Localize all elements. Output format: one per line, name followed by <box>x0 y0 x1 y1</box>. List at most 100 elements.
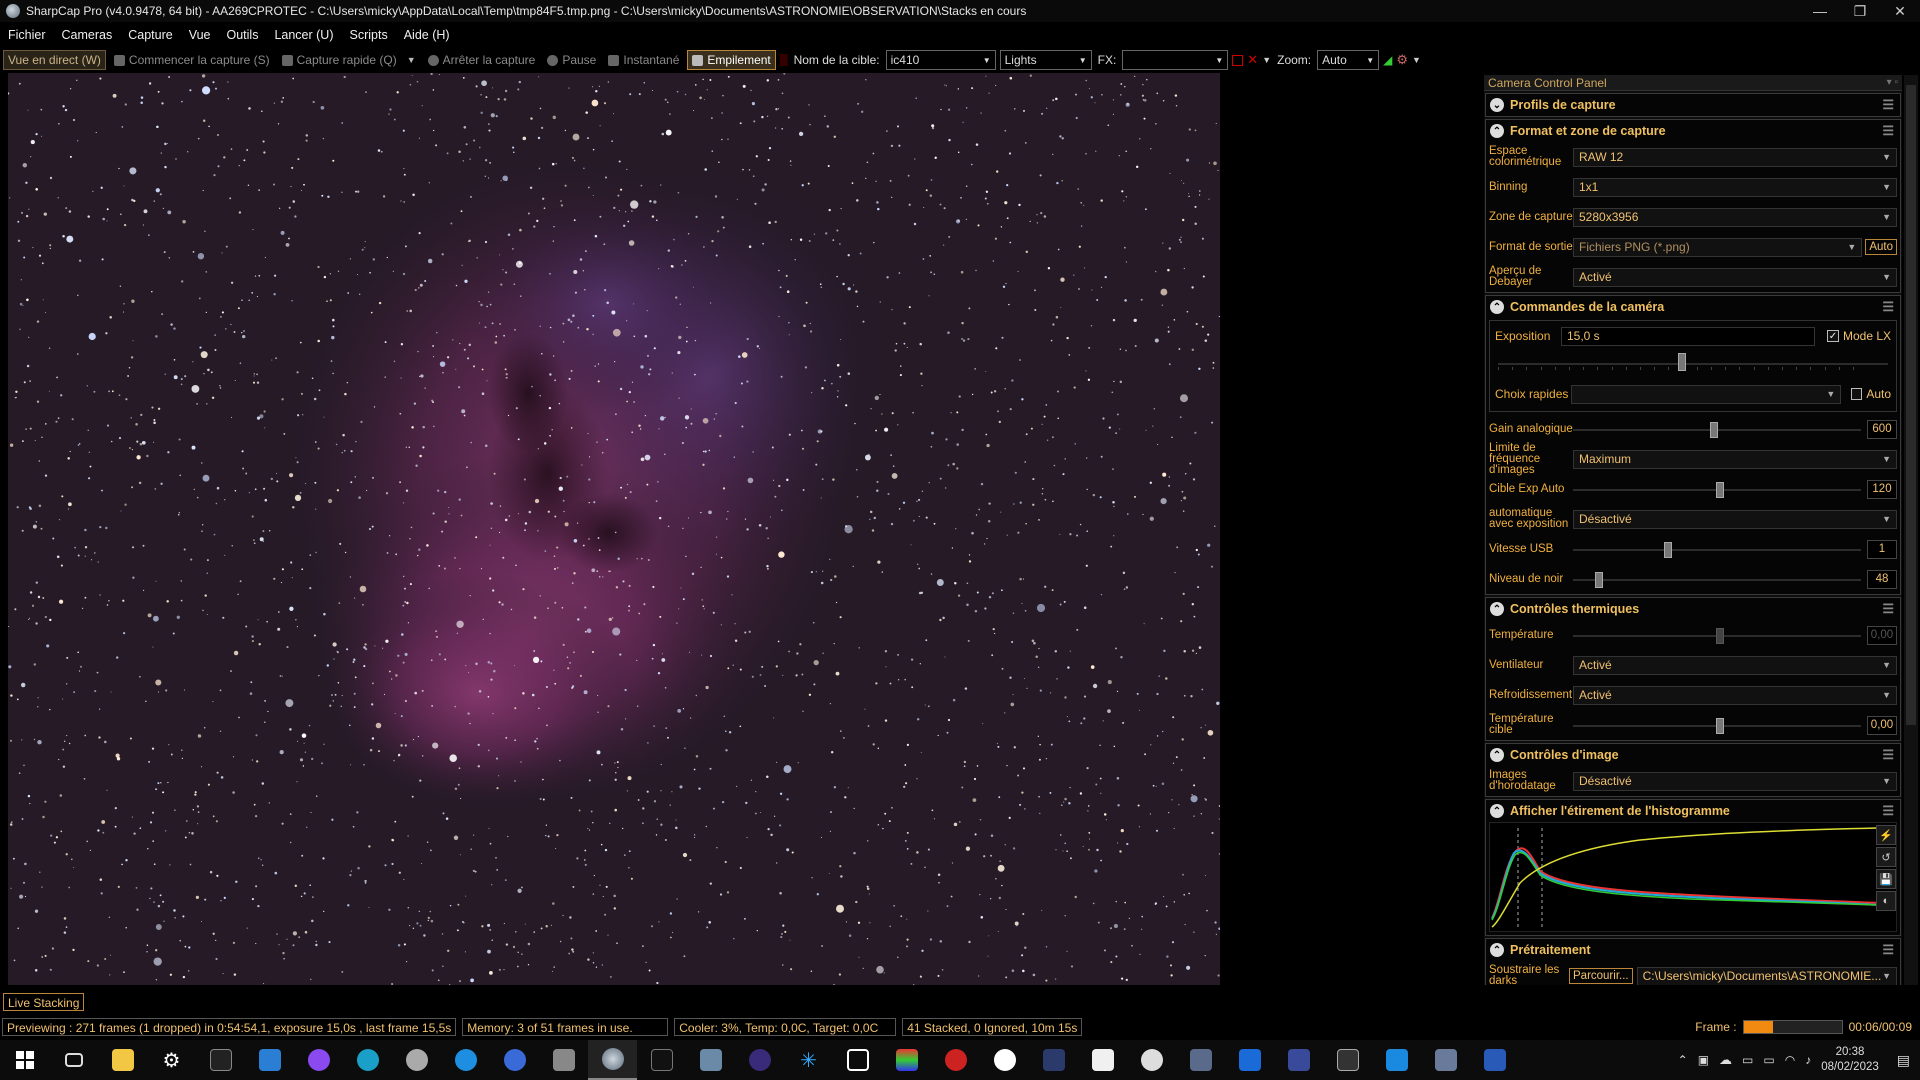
slider-thumb[interactable] <box>1715 481 1724 498</box>
frame-limit-select[interactable]: Maximum ▼ <box>1573 449 1897 469</box>
zoom-select[interactable]: Auto ▼ <box>1317 50 1380 70</box>
black-level-value[interactable]: 48 <box>1867 569 1897 589</box>
hamburger-menu-icon[interactable]: ☰ <box>1882 942 1894 958</box>
menu-aide[interactable]: Aide (H) <box>396 28 458 42</box>
image-viewport[interactable] <box>5 73 1221 989</box>
task-view-icon[interactable] <box>49 1040 98 1080</box>
stop-capture-button[interactable]: Arrêter la capture <box>424 51 540 69</box>
lx-mode-checkbox[interactable]: ✓ <box>1826 330 1839 342</box>
hamburger-menu-icon[interactable]: ☰ <box>1882 747 1894 763</box>
quick-choice-select[interactable]: ▼ <box>1571 384 1842 404</box>
chevron-up-icon[interactable]: ⌃ <box>1490 602 1504 616</box>
target-temp-slider[interactable] <box>1573 716 1861 735</box>
menu-vue[interactable]: Vue <box>181 28 219 42</box>
app-icon[interactable] <box>1323 1040 1372 1080</box>
hamburger-menu-icon[interactable]: ☰ <box>1882 803 1894 819</box>
chevron-up-icon[interactable]: ⌃ <box>1490 943 1504 957</box>
chevron-down-icon[interactable]: ▼ <box>1262 55 1271 65</box>
slider-thumb[interactable] <box>1715 717 1724 734</box>
battery-icon[interactable]: ▭ <box>1763 1053 1774 1067</box>
contrast-icon[interactable]: ◐ <box>1876 891 1896 911</box>
notion-icon[interactable] <box>196 1040 245 1080</box>
histogram-stretch-view[interactable]: ⚡ ↺ 💾 ◐ <box>1489 822 1897 932</box>
histogram-icon[interactable]: ◢ <box>1383 53 1392 67</box>
auto-stretch-icon[interactable]: ⚡ <box>1876 825 1896 845</box>
analog-gain-slider[interactable] <box>1573 420 1861 439</box>
app-icon[interactable] <box>1127 1040 1176 1080</box>
volume-icon[interactable]: ♪ <box>1805 1053 1811 1067</box>
slider-thumb[interactable] <box>1710 421 1719 438</box>
app-icon[interactable]: ✳ <box>784 1040 833 1080</box>
hamburger-menu-icon[interactable]: ☰ <box>1882 123 1894 139</box>
section-header-preprocess[interactable]: ⌃ Prétraitement ☰ <box>1486 939 1900 961</box>
app-icon[interactable] <box>833 1040 882 1080</box>
target-temp-value[interactable]: 0,00 <box>1867 715 1897 735</box>
app-icon[interactable] <box>1470 1040 1519 1080</box>
timestamp-select[interactable]: Désactivé ▼ <box>1573 771 1897 791</box>
auto-exposure-select[interactable]: Désactivé ▼ <box>1573 509 1897 529</box>
auto-exp-target-value[interactable]: 120 <box>1867 479 1897 499</box>
exposure-input[interactable]: 15,0 s <box>1560 326 1815 346</box>
settings-icon[interactable]: ⚙ <box>147 1040 196 1080</box>
section-header-image-controls[interactable]: ⌃ Contrôles d'image ☰ <box>1486 744 1900 766</box>
app-icon[interactable] <box>735 1040 784 1080</box>
app-icon[interactable] <box>931 1040 980 1080</box>
app-icon[interactable] <box>637 1040 686 1080</box>
app-icon[interactable] <box>392 1040 441 1080</box>
pause-button[interactable]: Pause <box>543 51 600 69</box>
section-header-thermal[interactable]: ⌃ Contrôles thermiques ☰ <box>1486 598 1900 620</box>
black-level-slider[interactable] <box>1573 570 1861 589</box>
app-icon[interactable] <box>1029 1040 1078 1080</box>
frame-type-select[interactable]: Lights ▼ <box>999 50 1092 70</box>
app-icon[interactable] <box>1176 1040 1225 1080</box>
save-stretch-icon[interactable]: 💾 <box>1876 869 1896 889</box>
auto-exp-target-slider[interactable] <box>1573 480 1861 499</box>
live-view-button[interactable]: Vue en direct (W) <box>3 50 106 70</box>
output-format-select[interactable]: Fichiers PNG (*.png) ▼ <box>1573 237 1863 257</box>
clock[interactable]: 20:38 08/02/2023 <box>1821 1045 1879 1075</box>
notification-icon[interactable]: ▤ <box>1897 1052 1910 1069</box>
usb-speed-slider[interactable] <box>1573 540 1861 559</box>
app-icon[interactable] <box>686 1040 735 1080</box>
cooling-select[interactable]: Activé ▼ <box>1573 685 1897 705</box>
chevron-up-icon[interactable]: ⌃ <box>1490 300 1504 314</box>
darks-path-select[interactable]: C:\Users\micky\Documents\ASTRONOMIE... ▼ <box>1636 966 1897 985</box>
app-icon[interactable] <box>1078 1040 1127 1080</box>
section-header-camera[interactable]: ⌃ Commandes de la caméra ☰ <box>1486 296 1900 318</box>
gear-icon[interactable]: ⚙ <box>1396 52 1408 68</box>
app-icon[interactable] <box>441 1040 490 1080</box>
hamburger-menu-icon[interactable]: ☰ <box>1882 299 1894 315</box>
slider-thumb[interactable] <box>1594 571 1603 588</box>
menu-lancer[interactable]: Lancer (U) <box>266 28 341 42</box>
close-button[interactable]: ✕ <box>1880 3 1920 20</box>
exposure-slider[interactable] <box>1492 349 1894 379</box>
fx-select[interactable]: ▼ <box>1122 50 1229 70</box>
live-stacking-tab[interactable]: Live Stacking <box>3 993 85 1011</box>
menu-outils[interactable]: Outils <box>219 28 267 42</box>
hamburger-menu-icon[interactable]: ☰ <box>1882 601 1894 617</box>
menu-fichier[interactable]: Fichier <box>0 28 54 42</box>
panel-scrollbar-thumb[interactable] <box>1906 85 1916 725</box>
section-header-format[interactable]: ⌃ Format et zone de capture ☰ <box>1486 120 1900 142</box>
menu-cameras[interactable]: Cameras <box>54 28 121 42</box>
app-icon[interactable] <box>882 1040 931 1080</box>
app-icon[interactable] <box>1421 1040 1470 1080</box>
fan-select[interactable]: Activé ▼ <box>1573 655 1897 675</box>
section-header-profiles[interactable]: ⌄ Profils de capture ☰ <box>1486 94 1900 116</box>
restore-button[interactable]: ❐ <box>1840 3 1880 20</box>
colorspace-select[interactable]: RAW 12 ▼ <box>1573 147 1897 167</box>
crosshair-icon[interactable]: ✕ <box>1247 52 1258 68</box>
debayer-select[interactable]: Activé ▼ <box>1573 267 1897 287</box>
panel-pin-icon[interactable]: ▾ ▫ <box>1887 77 1898 88</box>
app-icon[interactable] <box>539 1040 588 1080</box>
usb-icon[interactable]: ▣ <box>1698 1053 1709 1067</box>
sharpcap-taskbar-icon[interactable] <box>588 1040 637 1080</box>
chevron-down-icon[interactable]: ▼ <box>407 55 416 65</box>
wifi-icon[interactable]: ◠ <box>1785 1053 1795 1067</box>
start-capture-button[interactable]: Commencer la capture (S) <box>110 51 274 69</box>
chevron-up-icon[interactable]: ⌃ <box>1678 1053 1688 1067</box>
quick-capture-button[interactable]: Capture rapide (Q) ▼ <box>278 51 420 69</box>
file-explorer-icon[interactable] <box>98 1040 147 1080</box>
panel-scrollbar[interactable] <box>1904 75 1918 985</box>
stacking-button[interactable]: Empilement <box>687 50 776 70</box>
